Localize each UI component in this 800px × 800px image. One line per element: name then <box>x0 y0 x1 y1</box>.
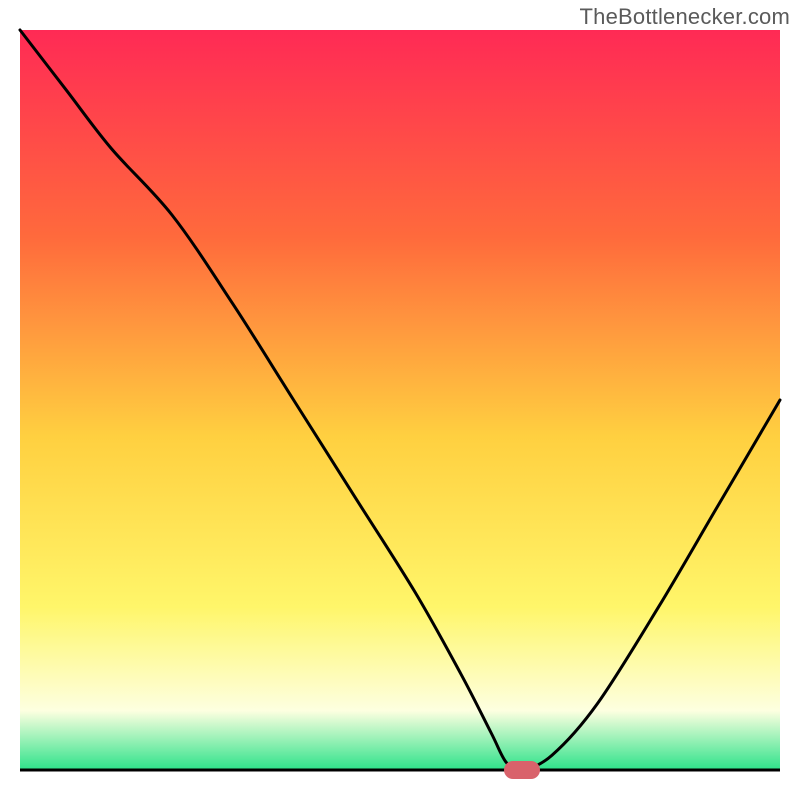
bottleneck-plot <box>0 0 800 800</box>
chart-canvas: TheBottlenecker.com <box>0 0 800 800</box>
optimum-marker <box>504 761 540 779</box>
watermark-text: TheBottlenecker.com <box>580 4 790 30</box>
gradient-background <box>20 30 780 770</box>
